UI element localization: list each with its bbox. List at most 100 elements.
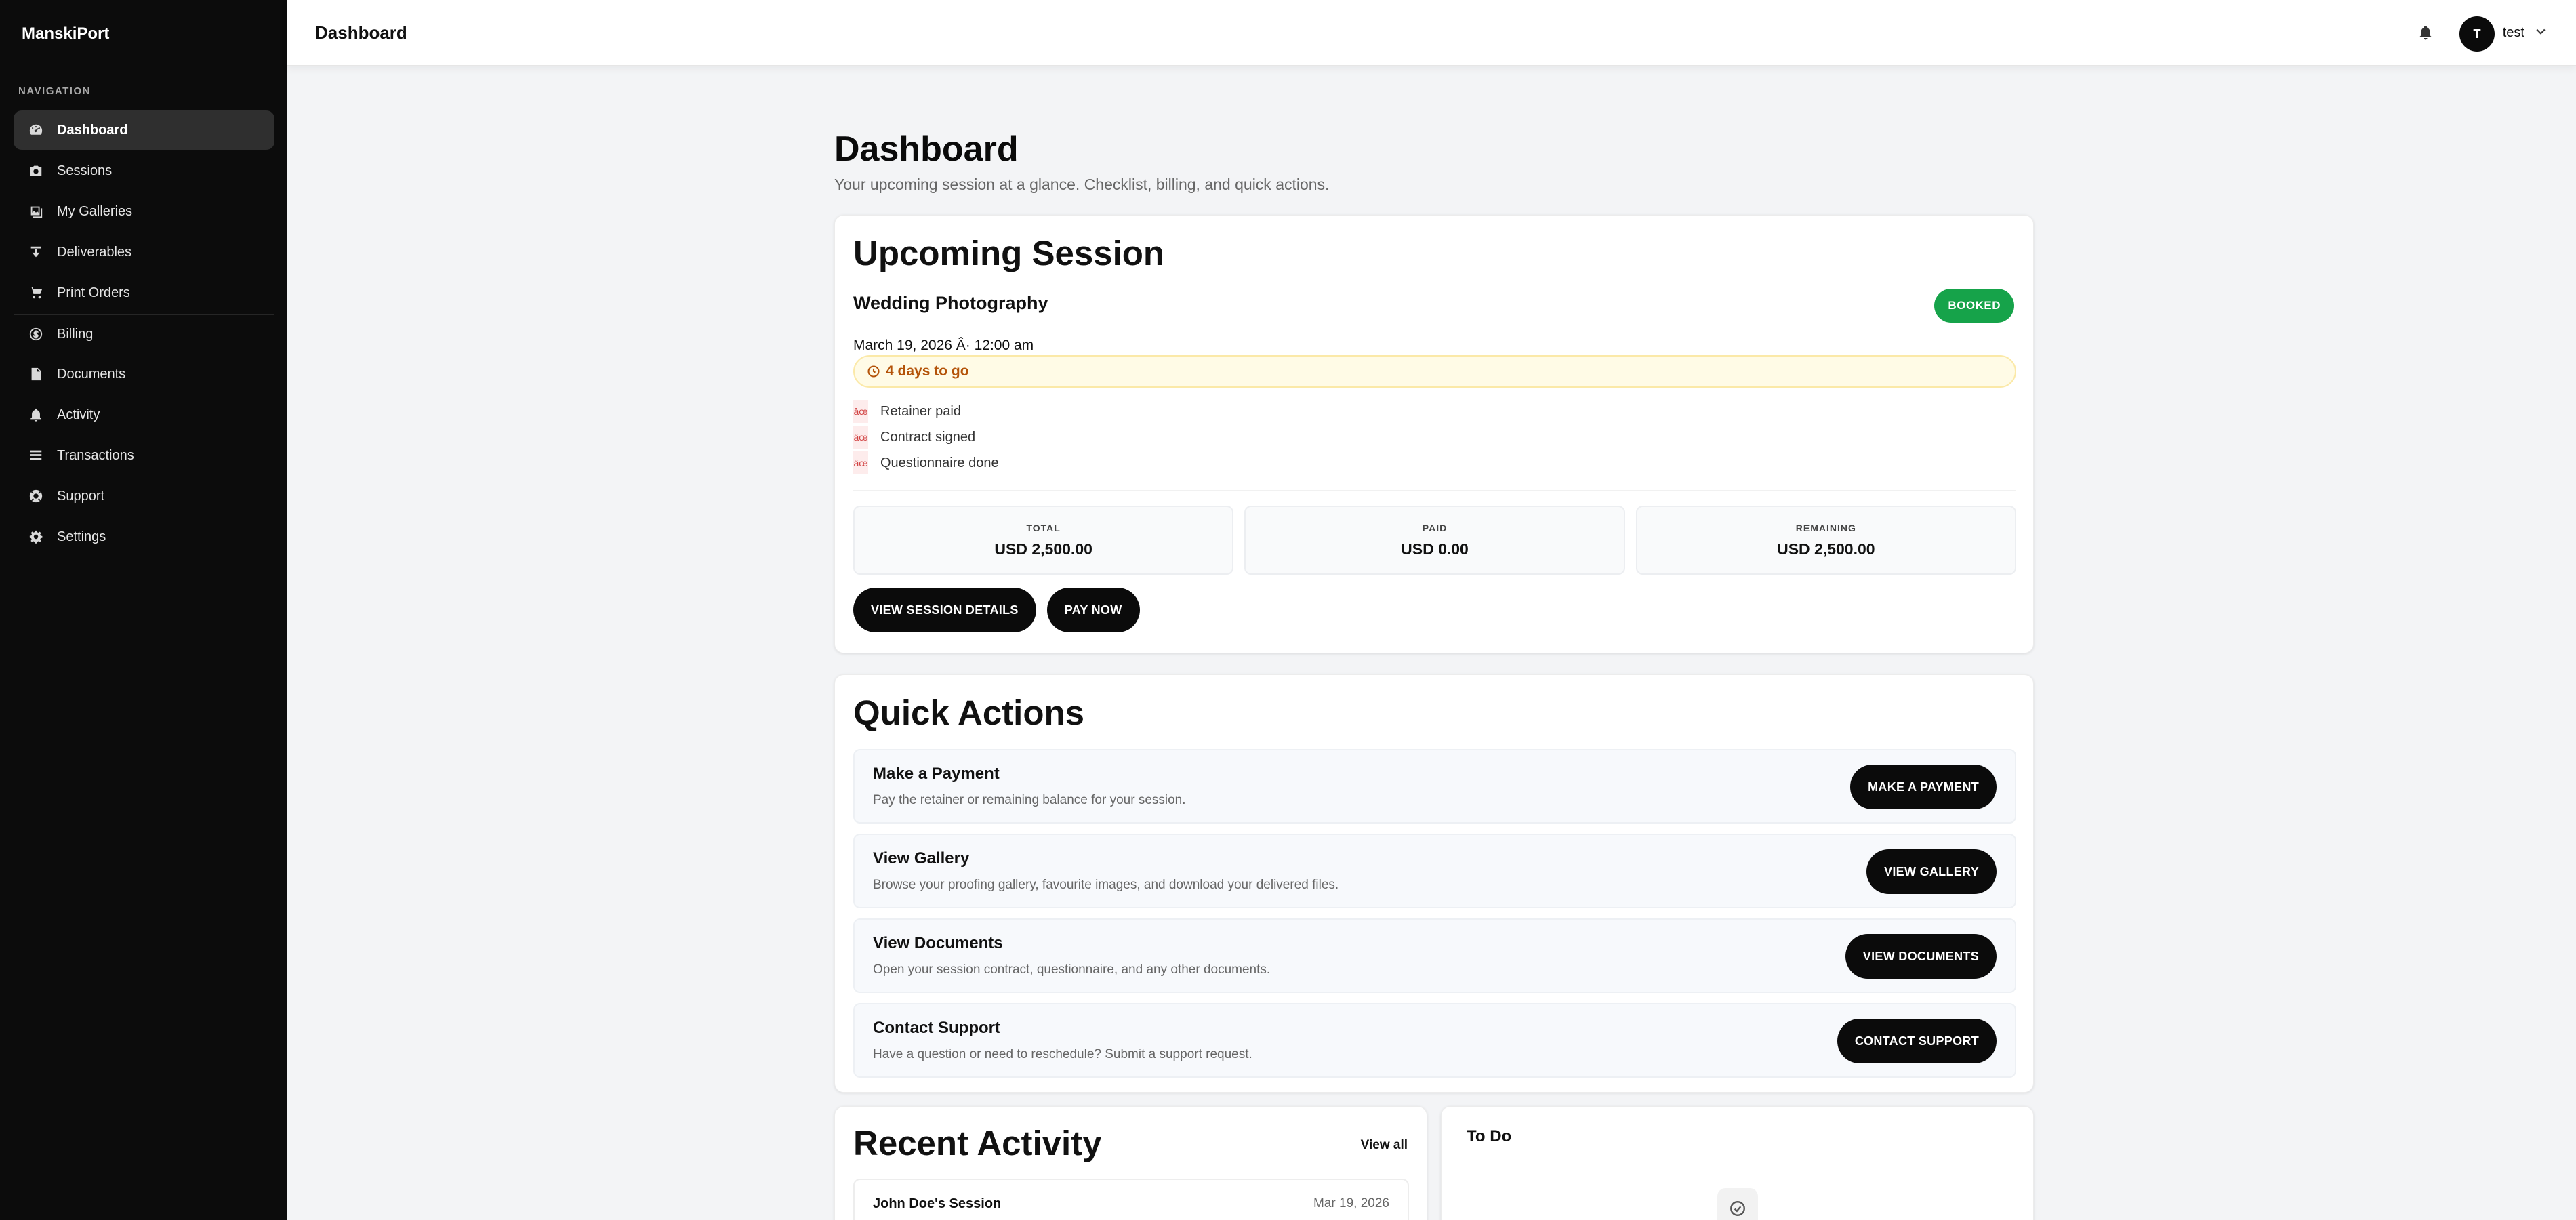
list-icon xyxy=(28,448,43,463)
chevron-down-icon[interactable] xyxy=(2534,24,2548,38)
sidebar-item-label: Settings xyxy=(57,529,106,544)
notifications-bell-icon[interactable] xyxy=(2417,24,2434,41)
sidebar-item-documents[interactable]: Documents xyxy=(14,354,274,394)
quick-action-view-gallery: View Gallery Browse your proofing galler… xyxy=(853,834,2016,908)
upcoming-session-heading: Upcoming Session xyxy=(853,234,1165,272)
sidebar-item-label: Print Orders xyxy=(57,285,130,300)
document-icon xyxy=(28,367,43,382)
list-item[interactable]: John Doe's Session Mar 19, 2026 xyxy=(853,1179,1409,1220)
page-subtitle: Your upcoming session at a glance. Check… xyxy=(834,176,1330,193)
todo-heading: To Do xyxy=(1467,1127,1512,1145)
quick-actions-card: Quick Actions Make a Payment Pay the ret… xyxy=(834,674,2034,1093)
header-title: Dashboard xyxy=(315,22,407,43)
checklist-label: Questionnaire done xyxy=(880,455,999,470)
session-checklist: âœ Retainer paid âœ Contract signed âœ Q… xyxy=(853,399,2016,476)
quick-action-title: Contact Support xyxy=(873,1019,1000,1037)
sidebar-item-deliverables[interactable]: Deliverables xyxy=(14,232,274,272)
view-all-link[interactable]: View all xyxy=(1361,1138,1408,1153)
sidebar-item-transactions[interactable]: Transactions xyxy=(14,436,274,475)
sidebar-item-label: Support xyxy=(57,488,105,504)
view-session-details-button[interactable]: VIEW SESSION DETAILS xyxy=(853,588,1036,632)
sidebar-item-activity[interactable]: Activity xyxy=(14,395,274,434)
sidebar-item-label: Transactions xyxy=(57,447,134,463)
pay-now-button[interactable]: PAY NOW xyxy=(1046,588,1140,632)
view-documents-button[interactable]: VIEW DOCUMENTS xyxy=(1845,934,1997,979)
checklist-label: Contract signed xyxy=(880,429,976,445)
quick-action-contact-support: Contact Support Have a question or need … xyxy=(853,1003,2016,1078)
sidebar-item-label: Dashboard xyxy=(57,122,128,138)
quick-action-description: Pay the retainer or remaining balance fo… xyxy=(873,793,1186,807)
session-date: March 19, 2026 Â· 12:00 am xyxy=(853,338,1034,353)
sidebar-item-label: Activity xyxy=(57,407,100,422)
checklist-item: âœ Retainer paid xyxy=(853,399,2016,424)
billing-stats: TOTAL USD 2,500.00 PAID USD 0.00 REMAINI… xyxy=(853,506,2016,575)
sidebar-nav: Dashboard Sessions My Galleries Delivera… xyxy=(14,110,274,558)
stat-total: TOTAL USD 2,500.00 xyxy=(853,506,1234,575)
quick-action-title: View Gallery xyxy=(873,849,970,868)
quick-action-description: Browse your proofing gallery, favourite … xyxy=(873,878,1339,892)
quick-action-title: Make a Payment xyxy=(873,765,1000,783)
broken-check-glyph: âœ xyxy=(853,426,868,449)
contact-support-button[interactable]: CONTACT SUPPORT xyxy=(1837,1019,1997,1063)
sidebar-item-label: Billing xyxy=(57,326,94,342)
gallery-icon xyxy=(28,204,43,219)
brand-logo[interactable]: ManskiPort xyxy=(22,24,109,43)
lifebuoy-icon xyxy=(28,489,43,504)
stat-value: USD 0.00 xyxy=(1401,540,1469,558)
stat-remaining: REMAINING USD 2,500.00 xyxy=(1635,506,2016,575)
stat-paid: PAID USD 0.00 xyxy=(1244,506,1625,575)
quick-action-make-payment: Make a Payment Pay the retainer or remai… xyxy=(853,749,2016,824)
user-name[interactable]: test xyxy=(2503,25,2524,41)
sidebar-item-label: Sessions xyxy=(57,163,113,178)
nav-section-label: NAVIGATION xyxy=(18,85,91,97)
checklist-item: âœ Questionnaire done xyxy=(853,450,2016,476)
checklist-label: Retainer paid xyxy=(880,403,961,419)
sidebar-item-sessions[interactable]: Sessions xyxy=(14,151,274,190)
countdown-text: 4 days to go xyxy=(886,363,969,379)
upcoming-session-card: Upcoming Session Wedding Photography BOO… xyxy=(834,215,2034,653)
sidebar-item-label: Documents xyxy=(57,366,126,382)
gear-icon xyxy=(28,529,43,544)
sidebar: ManskiPort NAVIGATION Dashboard Sessions… xyxy=(0,0,287,1220)
status-badge: BOOKED xyxy=(1934,289,2014,323)
recent-activity-heading: Recent Activity xyxy=(853,1124,1102,1162)
stat-label: PAID xyxy=(1422,522,1448,533)
sidebar-item-billing[interactable]: Billing xyxy=(14,314,274,353)
stat-value: USD 2,500.00 xyxy=(1777,540,1875,558)
recent-activity-card: Recent Activity View all John Doe's Sess… xyxy=(834,1106,1427,1220)
quick-actions-list: Make a Payment Pay the retainer or remai… xyxy=(853,749,2016,1088)
divider xyxy=(853,490,2016,491)
check-circle-icon xyxy=(1717,1188,1758,1220)
download-icon xyxy=(28,245,43,260)
activity-date: Mar 19, 2026 xyxy=(1313,1196,1389,1211)
broken-check-glyph: âœ xyxy=(853,400,868,423)
page-title: Dashboard xyxy=(834,129,1019,169)
camera-icon xyxy=(28,163,43,178)
session-actions: VIEW SESSION DETAILS PAY NOW xyxy=(853,588,1140,632)
make-a-payment-button[interactable]: MAKE A PAYMENT xyxy=(1850,765,1997,809)
sidebar-item-settings[interactable]: Settings xyxy=(14,517,274,556)
sidebar-item-print-orders[interactable]: Print Orders xyxy=(14,273,274,312)
quick-action-description: Open your session contract, questionnair… xyxy=(873,962,1271,977)
user-avatar[interactable]: T xyxy=(2459,16,2495,52)
dashboard-icon xyxy=(28,123,43,138)
quick-actions-heading: Quick Actions xyxy=(853,693,1085,732)
sidebar-item-label: My Galleries xyxy=(57,203,133,219)
dollar-icon xyxy=(28,327,43,342)
view-gallery-button[interactable]: VIEW GALLERY xyxy=(1866,849,1997,894)
stat-label: TOTAL xyxy=(1026,522,1061,533)
stat-value: USD 2,500.00 xyxy=(994,540,1092,558)
sidebar-item-dashboard[interactable]: Dashboard xyxy=(14,110,274,150)
top-header: Dashboard T test xyxy=(287,0,2576,66)
sidebar-item-label: Deliverables xyxy=(57,244,132,260)
todo-card: To Do xyxy=(1441,1106,2034,1220)
checklist-item: âœ Contract signed xyxy=(853,424,2016,450)
activity-title: John Doe's Session xyxy=(873,1196,1002,1211)
sidebar-item-support[interactable]: Support xyxy=(14,476,274,516)
quick-action-view-documents: View Documents Open your session contrac… xyxy=(853,918,2016,993)
quick-action-title: View Documents xyxy=(873,934,1003,952)
countdown-banner: 4 days to go xyxy=(853,355,2016,388)
sidebar-item-my-galleries[interactable]: My Galleries xyxy=(14,192,274,231)
cart-icon xyxy=(28,285,43,300)
clock-icon xyxy=(867,365,880,378)
